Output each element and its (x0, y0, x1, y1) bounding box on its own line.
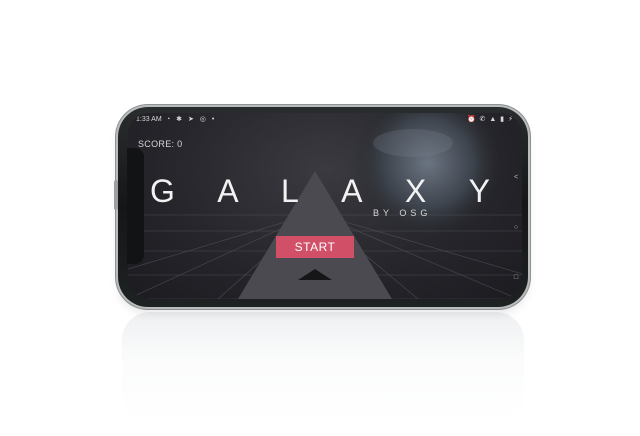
status-bar: 1:33 AM ◔ ✱ ➤ ◎ • ⏰ ✆ ▲ ▮ ⚡ (128, 113, 522, 127)
navigation-keys: < ○ □ (512, 153, 520, 299)
game-title: G A L A X Y (150, 173, 490, 210)
title-letter: G (150, 173, 175, 209)
start-button[interactable]: START (276, 236, 354, 258)
title-letter: A (341, 173, 363, 209)
title-letter: Y (468, 173, 490, 209)
home-icon[interactable]: ○ (512, 203, 520, 253)
system-icons: ⏰ ✆ ▲ ▮ ⚡ (466, 116, 514, 123)
notification-icons: ◔ ✱ ➤ ◎ • (166, 116, 217, 123)
phone-side-button (114, 180, 118, 210)
phone-notch (127, 148, 144, 264)
game-subtitle: BY OSG (373, 208, 432, 218)
back-icon[interactable]: < (512, 153, 520, 203)
title-letter: A (217, 173, 239, 209)
planet-highlight (373, 129, 453, 157)
status-time: 1:33 AM (136, 116, 162, 123)
recent-apps-icon[interactable]: □ (512, 253, 520, 299)
phone-reflection (122, 312, 524, 422)
title-letter: L (280, 173, 299, 209)
title-letter: X (404, 173, 427, 209)
score-label: SCORE: 0 (138, 139, 183, 149)
game-screen[interactable]: 1:33 AM ◔ ✱ ➤ ◎ • ⏰ ✆ ▲ ▮ ⚡ SCORE: 0 G A… (128, 113, 522, 299)
